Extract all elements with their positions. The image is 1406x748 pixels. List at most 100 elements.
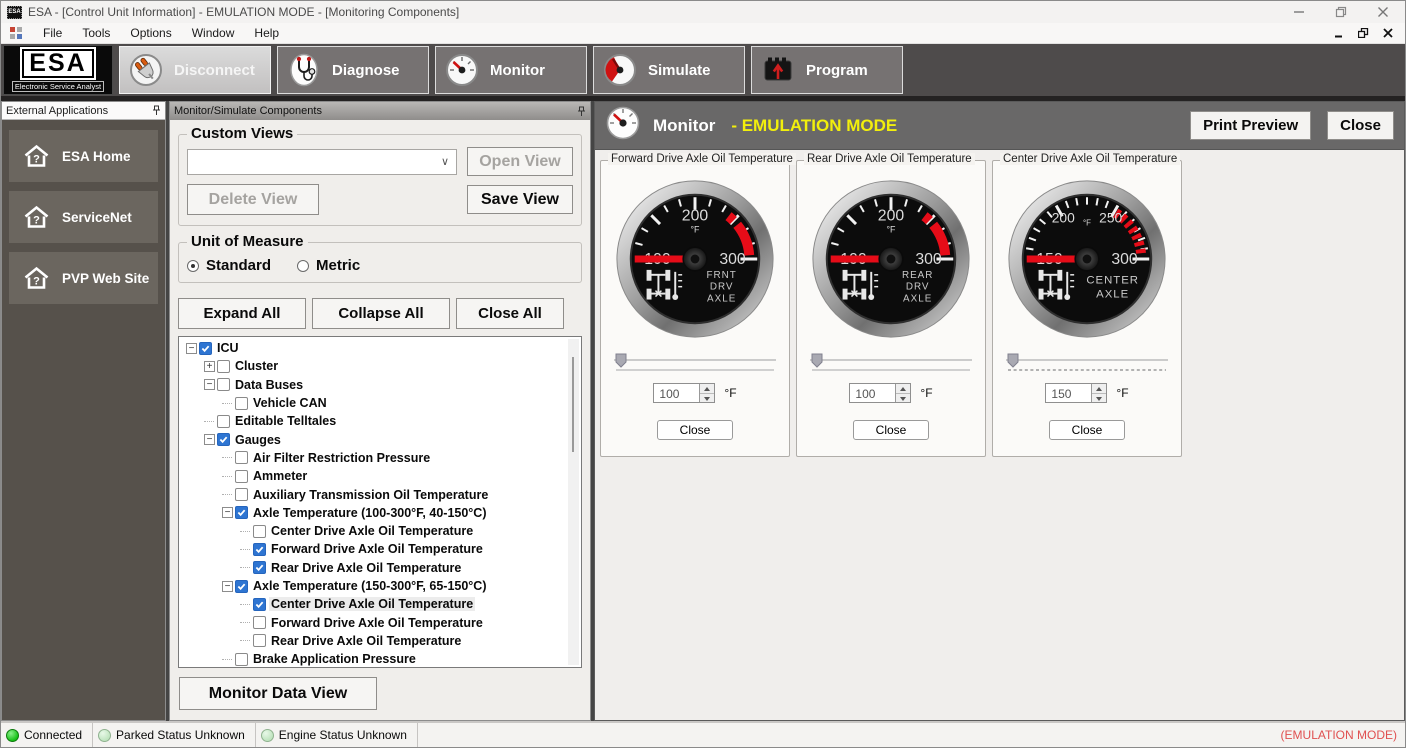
tree-checkbox[interactable] [253,543,266,556]
tree-checkbox[interactable] [253,634,266,647]
spinner-down-icon[interactable] [1092,394,1106,403]
tree-checkbox[interactable] [235,470,248,483]
expand-all-button[interactable]: Expand All [178,298,306,329]
spinner-up-icon[interactable] [700,384,714,394]
tree-checkbox[interactable] [235,580,248,593]
mdi-minimize-icon[interactable] [1334,28,1344,38]
tree-checkbox[interactable] [253,598,266,611]
mdi-close-icon[interactable] [1383,28,1393,38]
spinner-down-icon[interactable] [896,394,910,403]
tree-checkbox[interactable] [217,433,230,446]
minimize-icon[interactable] [1293,6,1305,18]
sidebar-item-pvp-web-site[interactable]: ?PVP Web Site [9,252,158,304]
radio-standard[interactable]: Standard [187,257,271,274]
save-view-button[interactable]: Save View [467,185,573,214]
tree-node-center-drive-axle-oil-temperature[interactable]: Center Drive Axle Oil Temperature [182,522,581,540]
collapse-icon[interactable]: − [222,507,233,518]
toolbar-button-monitor[interactable]: Monitor [435,46,587,94]
custom-views-combobox[interactable]: ∨ [187,149,457,175]
tree-node-axle-temperature-100-300-f-40-150-c[interactable]: −Axle Temperature (100-300°F, 40-150°C) [182,504,581,522]
svg-text:200: 200 [878,207,905,224]
menu-tools[interactable]: Tools [72,24,120,42]
toolbar-button-simulate[interactable]: Simulate [593,46,745,94]
toolbar-button-disconnect[interactable]: Disconnect [119,46,271,94]
sidebar-item-esa-home[interactable]: ?ESA Home [9,130,158,182]
tree-node-forward-drive-axle-oil-temperature[interactable]: Forward Drive Axle Oil Temperature [182,613,581,631]
close-icon[interactable] [1377,6,1389,18]
tree-node-air-filter-restriction-pressure[interactable]: Air Filter Restriction Pressure [182,449,581,467]
tree-node-rear-drive-axle-oil-temperature[interactable]: Rear Drive Axle Oil Temperature [182,559,581,577]
gauge-slider[interactable] [612,353,778,375]
tree-node-brake-application-pressure[interactable]: Brake Application Pressure [182,650,581,668]
tree-checkbox[interactable] [199,342,212,355]
tree-checkbox[interactable] [235,653,248,666]
collapse-icon[interactable]: − [204,379,215,390]
menu-file[interactable]: File [33,24,72,42]
collapse-icon[interactable]: − [222,581,233,592]
restore-icon[interactable] [1335,6,1347,18]
sidebar-item-servicenet[interactable]: ?ServiceNet [9,191,158,243]
tree-checkbox[interactable] [253,561,266,574]
toolbar-button-program[interactable]: Program [751,46,903,94]
tree-checkbox[interactable] [217,415,230,428]
tree-node-rear-drive-axle-oil-temperature[interactable]: Rear Drive Axle Oil Temperature [182,632,581,650]
mdi-restore-icon[interactable] [1358,28,1369,38]
gauge-close-button[interactable]: Close [1049,420,1126,440]
tree-node-editable-telltales[interactable]: Editable Telltales [182,412,581,430]
tree-checkbox[interactable] [235,506,248,519]
spinner-down-icon[interactable] [700,394,714,403]
tree-checkbox[interactable] [253,525,266,538]
spinner-up-icon[interactable] [1092,384,1106,394]
gauge-value-input[interactable]: 100 [849,383,911,403]
pin-icon[interactable] [577,106,586,117]
gauge-close-button[interactable]: Close [853,420,930,440]
monitor-close-button[interactable]: Close [1327,111,1394,140]
toolbar-button-label: Disconnect [174,62,255,79]
tree-checkbox[interactable] [217,360,230,373]
tree-node-cluster[interactable]: +Cluster [182,357,581,375]
gauge-slider[interactable] [808,353,974,375]
tree-node-ammeter[interactable]: Ammeter [182,467,581,485]
monitor-panel: Monitor - EMULATION MODE Print Preview C… [594,101,1405,721]
expand-icon[interactable]: + [204,361,215,372]
radio-metric[interactable]: Metric [297,257,360,274]
tree-node-auxiliary-transmission-oil-temperature[interactable]: Auxiliary Transmission Oil Temperature [182,485,581,503]
sidebar-item-label: PVP Web Site [62,271,149,286]
collapse-icon[interactable]: − [186,343,197,354]
monitor-data-view-button[interactable]: Monitor Data View [179,677,377,710]
status-dot-icon [6,729,19,742]
tree-checkbox[interactable] [235,488,248,501]
gauge-value-input[interactable]: 100 [653,383,715,403]
tree-checkbox[interactable] [253,616,266,629]
tree-scrollbar[interactable] [568,339,579,665]
toolbar-button-diagnose[interactable]: Diagnose [277,46,429,94]
tree-node-gauges[interactable]: −Gauges [182,430,581,448]
pin-icon[interactable] [152,105,161,116]
gauge-close-button[interactable]: Close [657,420,734,440]
menu-window[interactable]: Window [182,24,245,42]
spinner-up-icon[interactable] [896,384,910,394]
gauge-slider[interactable] [1004,353,1170,375]
tree-node-label: Center Drive Axle Oil Temperature [269,597,475,611]
collapse-icon[interactable]: − [204,434,215,445]
tree-checkbox[interactable] [235,451,248,464]
toolbar-button-label: Program [806,62,868,79]
tree-node-axle-temperature-150-300-f-65-150-c[interactable]: −Axle Temperature (150-300°F, 65-150°C) [182,577,581,595]
tree-node-icu[interactable]: −ICU [182,339,581,357]
menu-options[interactable]: Options [120,24,181,42]
tree-node-center-drive-axle-oil-temperature[interactable]: Center Drive Axle Oil Temperature [182,595,581,613]
tree-checkbox[interactable] [217,378,230,391]
tree-node-vehicle-can[interactable]: Vehicle CAN [182,394,581,412]
close-all-button[interactable]: Close All [456,298,564,329]
tree-checkbox[interactable] [235,397,248,410]
open-view-button[interactable]: Open View [467,147,573,176]
tree-node-forward-drive-axle-oil-temperature[interactable]: Forward Drive Axle Oil Temperature [182,540,581,558]
delete-view-button[interactable]: Delete View [187,184,319,215]
chevron-down-icon: ∨ [441,155,456,168]
gauge-value-input[interactable]: 150 [1045,383,1107,403]
stethoscope-icon [286,52,322,88]
menu-help[interactable]: Help [244,24,289,42]
collapse-all-button[interactable]: Collapse All [312,298,450,329]
print-preview-button[interactable]: Print Preview [1190,111,1311,140]
tree-node-data-buses[interactable]: −Data Buses [182,376,581,394]
